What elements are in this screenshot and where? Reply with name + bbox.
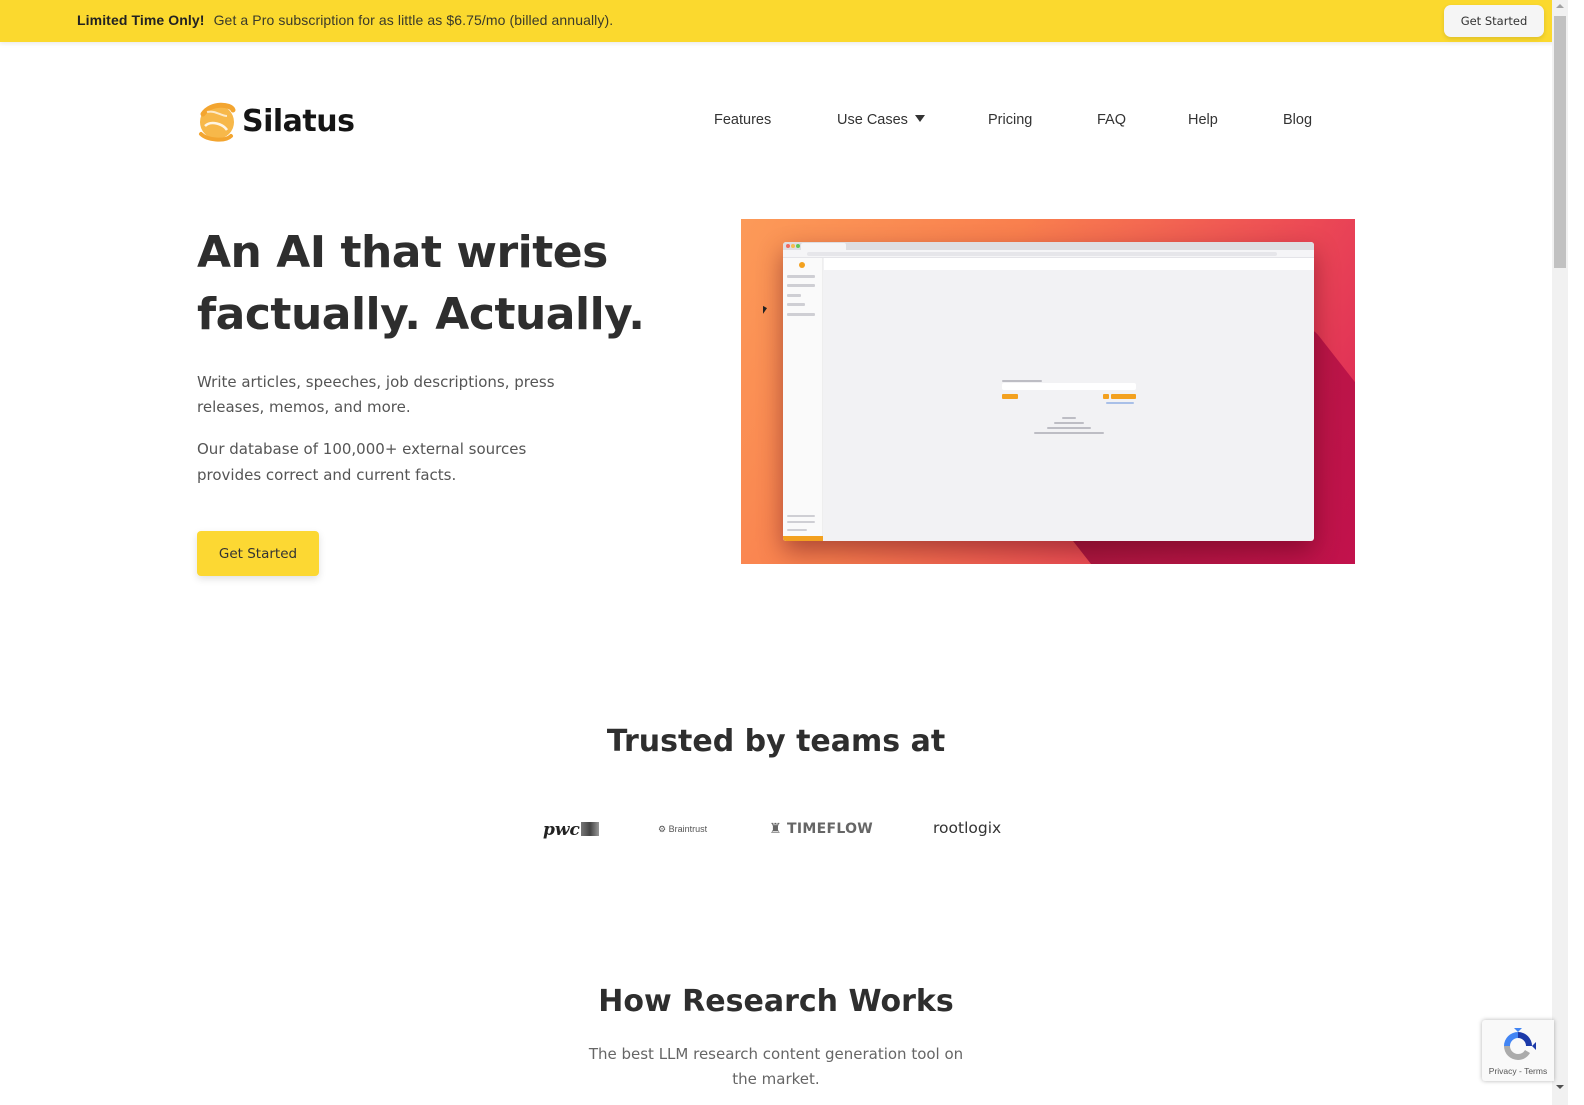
nav-use-cases-label: Use Cases [837,112,908,128]
mock-button [1103,394,1109,399]
promo-message: Get a Pro subscription for as little as … [213,12,614,28]
how-research-works-subtitle: The best LLM research content generation… [588,1045,964,1088]
logo-braintrust-text: Braintrust [668,824,708,834]
mock-top-bar [824,258,1314,270]
pwc-blocks-icon [580,822,599,836]
hero-description: Write articles, speeches, job descriptio… [197,373,555,416]
hero-title: An AI that writes factually. Actually. [197,227,645,340]
mock-address-bar [783,250,1314,258]
timeflow-icon: ♜ [769,821,782,837]
page-scrollbar[interactable] [1552,0,1568,1105]
mock-side-footer-line [787,529,807,531]
mock-side-item [787,303,805,306]
mock-minimize-dot [791,244,795,248]
mock-close-dot [786,244,790,248]
mock-input [1002,383,1136,390]
mock-side-item [787,275,815,278]
customer-logos: pwc ⚙ Braintrust ♜ TIMEFLOW rootlogix [0,812,1552,848]
mouse-cursor-icon [763,305,767,317]
mock-tab [801,243,846,250]
mock-label [1002,380,1042,382]
logo-rootlogix: rootlogix [933,819,1002,837]
logo-braintrust: ⚙ Braintrust [658,824,707,835]
promo-text: Limited Time Only! Get a Pro subscriptio… [77,12,613,28]
nav-use-cases[interactable]: Use Cases [837,112,925,128]
mock-text-line [1054,422,1084,424]
mock-sidebar [783,258,823,541]
mock-side-item [787,313,815,316]
promo-highlight: Limited Time Only! [77,12,205,28]
mock-prompt-area [1002,380,1136,440]
mock-button [1002,394,1018,399]
nav-features[interactable]: Features [714,112,771,128]
nav-blog[interactable]: Blog [1283,112,1312,128]
logo-pwc: pwc [543,820,599,840]
promo-banner: Limited Time Only! Get a Pro subscriptio… [0,0,1568,42]
hero-app-screenshot [741,219,1355,564]
hero-get-started-button[interactable]: Get Started [197,531,319,576]
hero-database-note: Our database of 100,000+ external source… [197,440,527,484]
mock-text-line [1034,432,1104,434]
mock-side-footer-bar [783,536,823,541]
trusted-heading: Trusted by teams at [606,724,946,759]
mock-button [1111,394,1136,399]
caret-down-icon [914,115,925,122]
how-research-works-heading: How Research Works [598,984,954,1019]
logo-timeflow-text: TIMEFLOW [787,821,874,837]
main-nav: Features Use Cases Pricing FAQ Help Blog [0,112,1584,132]
scroll-down-arrow-icon[interactable] [1556,1085,1564,1089]
mock-text-line [1062,417,1076,419]
mock-url-field [807,252,1277,256]
logo-pwc-text: pwc [543,820,580,840]
recaptcha-links[interactable]: Privacy - Terms [1482,1066,1554,1076]
mock-side-item [787,284,815,287]
braintrust-gear-icon: ⚙ [658,824,667,834]
recaptcha-badge[interactable]: Privacy - Terms [1482,1020,1554,1081]
mock-logo [799,262,805,268]
mock-side-footer-line [787,521,815,523]
scroll-up-arrow-icon[interactable] [1556,4,1564,8]
mock-side-item [787,294,801,297]
mock-browser-window [783,242,1314,541]
mock-tab-bar [783,242,1314,250]
mock-side-footer-line [787,515,815,517]
window-edge [1568,0,1584,1105]
mock-maximize-dot [796,244,800,248]
nav-help[interactable]: Help [1188,112,1218,128]
scrollbar-thumb[interactable] [1554,16,1566,268]
mock-link [1106,402,1134,404]
recaptcha-icon [1504,1028,1536,1060]
logo-timeflow: ♜ TIMEFLOW [769,821,873,837]
promo-get-started-button[interactable]: Get Started [1444,5,1544,37]
nav-pricing[interactable]: Pricing [988,112,1032,128]
mock-text-line [1047,427,1091,429]
nav-faq[interactable]: FAQ [1097,112,1126,128]
